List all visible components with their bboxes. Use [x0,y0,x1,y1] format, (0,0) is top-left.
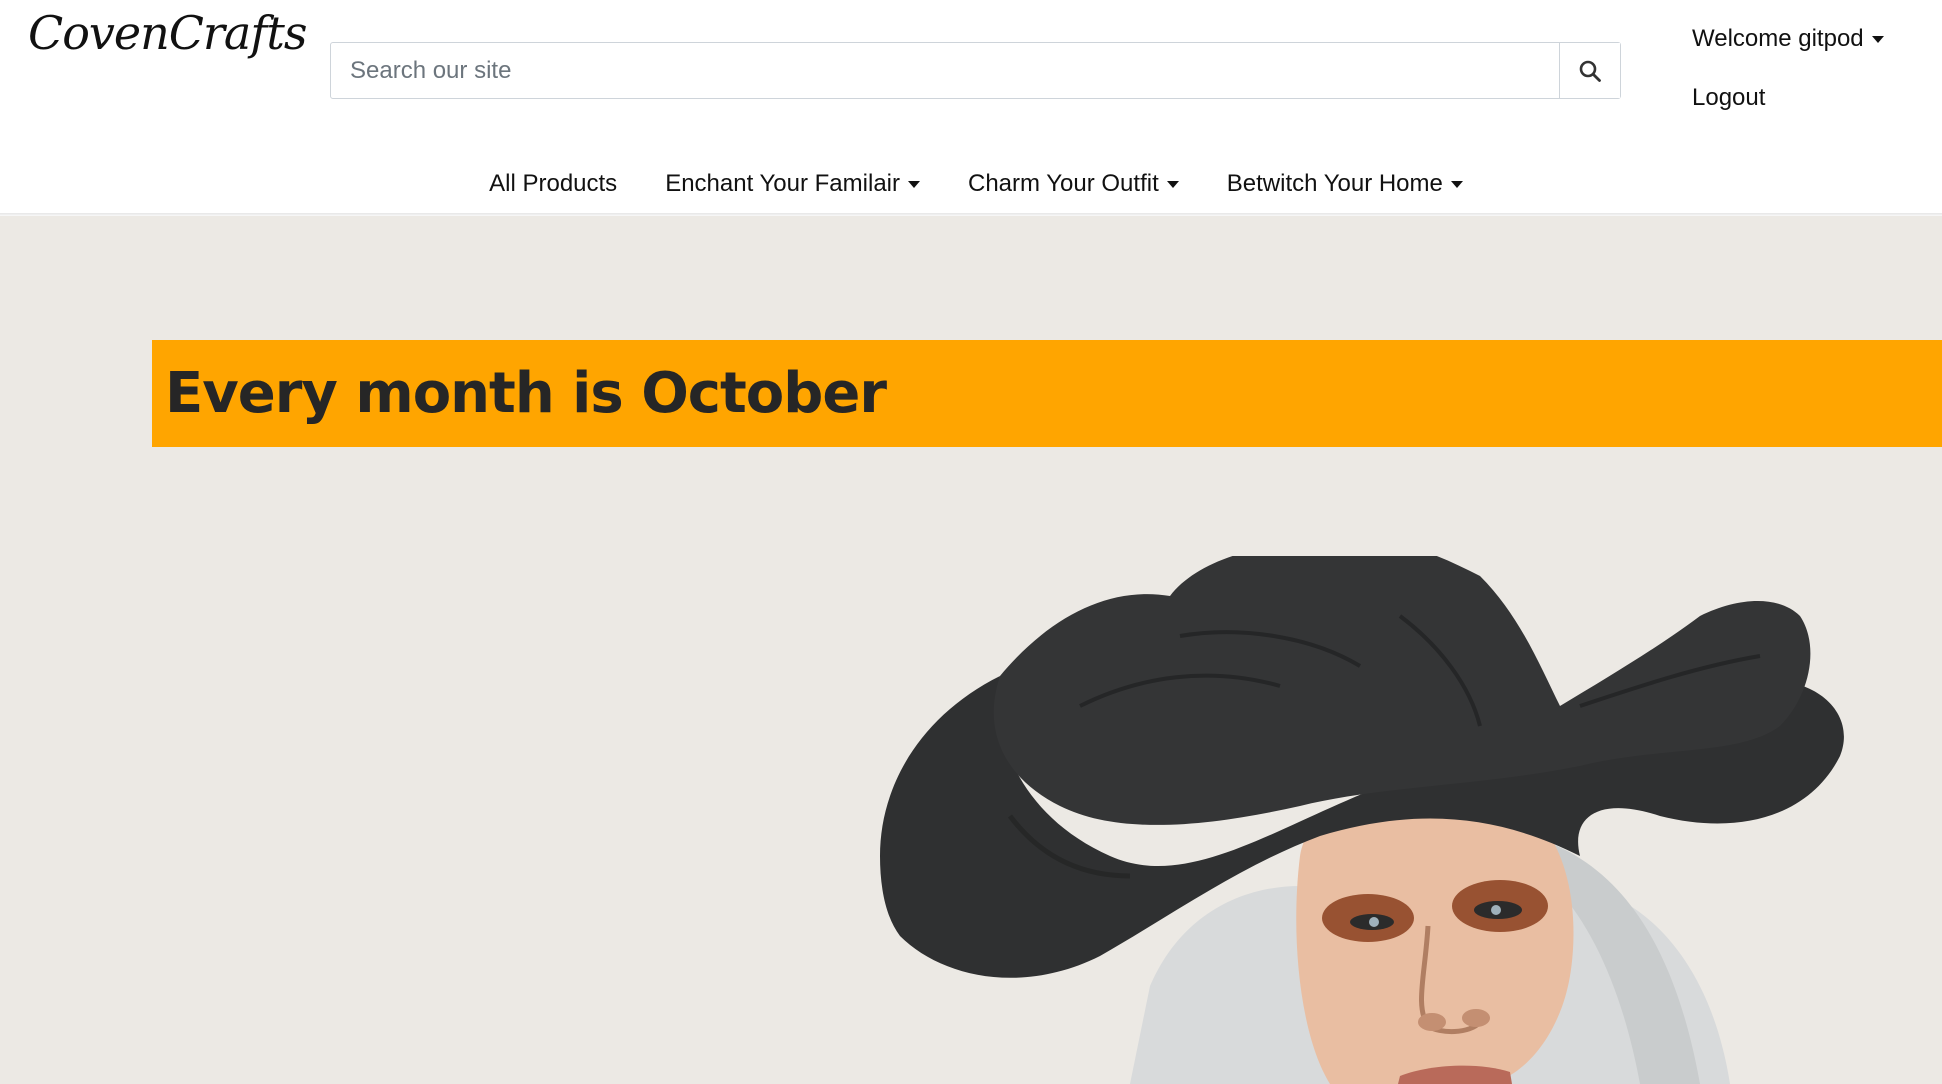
nav-item-charm-your-outfit[interactable]: Charm Your Outfit [968,168,1179,200]
main-nav: All Products Enchant Your Familair Charm… [0,168,1942,200]
nav-item-label: Betwitch Your Home [1226,170,1443,197]
nav-item-betwitch-your-home[interactable]: Betwitch Your Home [1227,168,1463,200]
logout-link[interactable]: Logout [1692,84,1884,112]
brand-logo[interactable]: CovenCrafts [28,10,307,56]
nav-item-enchant-your-familiar[interactable]: Enchant Your Familair [665,168,920,200]
nav-item-label: Charm Your Outfit [967,170,1159,197]
site-header: CovenCrafts Welcome gitpod Logout All Pr… [0,0,1942,217]
search-form [330,42,1621,99]
hero-section: Every month is October [0,216,1942,1084]
nav-item-all-products[interactable]: All Products [489,168,617,200]
hero-title: Every month is October [165,361,887,426]
account-menu: Welcome gitpod Logout [1692,24,1884,112]
nav-item-label: All Products [489,170,618,197]
search-input[interactable] [331,43,1559,98]
chevron-down-icon [1166,180,1179,188]
account-dropdown-toggle[interactable]: Welcome gitpod [1692,24,1884,54]
chevron-down-icon [907,180,920,188]
chevron-down-icon [1450,180,1463,188]
search-button[interactable] [1559,43,1620,98]
chevron-down-icon [1871,35,1884,43]
nav-item-label: Enchant Your Familair [665,170,900,197]
hero-banner: Every month is October [152,340,1942,447]
hero-image [880,556,1844,1084]
welcome-label: Welcome gitpod [1692,25,1864,52]
search-icon [1579,60,1601,82]
